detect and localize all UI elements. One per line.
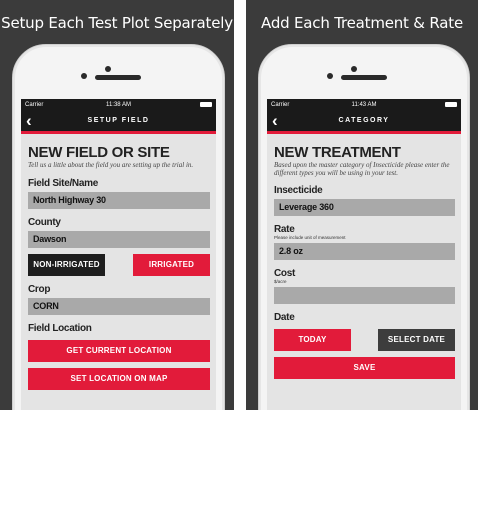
- field-site-input[interactable]: North Highway 30: [28, 191, 210, 209]
- crop-label: Crop: [28, 283, 51, 295]
- page-subtitle: Tell us a little about the field you are…: [28, 161, 194, 169]
- phone-screen: Carrier 11:43 AM ‹ CATEGORY NEW TREATMEN…: [267, 99, 461, 410]
- status-bar: Carrier 11:43 AM: [267, 99, 461, 111]
- nav-title: CATEGORY: [338, 117, 390, 124]
- status-time: 11:43 AM: [351, 102, 377, 108]
- cost-input[interactable]: [274, 287, 455, 304]
- nav-title: SETUP FIELD: [87, 117, 150, 124]
- speaker-grille: [341, 75, 387, 80]
- battery-icon: [445, 102, 457, 107]
- page-title: NEW FIELD OR SITE: [28, 144, 170, 161]
- phone-screen: Carrier 11:38 AM ‹ SETUP FIELD NEW FIELD…: [21, 99, 216, 410]
- speaker-grille: [95, 75, 141, 80]
- rate-hint: Please include unit of measurement: [274, 235, 346, 240]
- insecticide-input[interactable]: Leverage 360: [274, 199, 455, 216]
- form-content: NEW FIELD OR SITE Tell us a little about…: [21, 134, 216, 390]
- county-label: County: [28, 216, 61, 228]
- insecticide-label: Insecticide: [274, 185, 323, 196]
- irrigated-button[interactable]: IRRIGATED: [133, 253, 210, 276]
- save-button[interactable]: SAVE: [274, 357, 455, 379]
- crop-input[interactable]: CORN: [28, 297, 210, 315]
- phone-frame: Carrier 11:43 AM ‹ CATEGORY NEW TREATMEN…: [258, 44, 470, 410]
- rate-input[interactable]: 2.8 oz: [274, 243, 455, 260]
- page-title: NEW TREATMENT: [274, 144, 401, 161]
- status-bar: Carrier 11:38 AM: [21, 99, 216, 111]
- right-promo-panel: Add Each Treatment & Rate Carrier 11:43 …: [246, 0, 478, 410]
- left-promo-panel: Setup Each Test Plot Separately Carrier …: [0, 0, 234, 410]
- page-subtitle: Based upon the master category of Insect…: [274, 161, 450, 177]
- camera-icon: [351, 66, 357, 72]
- get-current-location-button[interactable]: GET CURRENT LOCATION: [28, 339, 210, 362]
- phone-frame: Carrier 11:38 AM ‹ SETUP FIELD NEW FIELD…: [12, 44, 225, 410]
- irrigation-toggle-row: NON-IRRIGATED IRRIGATED: [28, 253, 210, 276]
- rate-label: Rate: [274, 224, 295, 235]
- left-caption: Setup Each Test Plot Separately: [1, 14, 233, 32]
- proximity-sensor: [327, 73, 333, 79]
- set-location-on-map-button[interactable]: SET LOCATION ON MAP: [28, 367, 210, 390]
- field-location-label: Field Location: [28, 322, 92, 334]
- camera-icon: [105, 66, 111, 72]
- battery-icon: [200, 102, 212, 107]
- cost-hint: $/acre: [274, 279, 287, 284]
- cost-label: Cost: [274, 268, 296, 279]
- proximity-sensor: [81, 73, 87, 79]
- right-caption: Add Each Treatment & Rate: [261, 14, 463, 32]
- nav-bar: ‹ CATEGORY: [267, 111, 461, 134]
- date-button-row: TODAY SELECT DATE: [274, 329, 455, 351]
- form-content: NEW TREATMENT Based upon the master cate…: [267, 134, 461, 379]
- field-site-label: Field Site/Name: [28, 177, 98, 189]
- select-date-button[interactable]: SELECT DATE: [378, 329, 455, 351]
- status-time: 11:38 AM: [106, 102, 131, 108]
- county-input[interactable]: Dawson: [28, 230, 210, 248]
- date-label: Date: [274, 312, 295, 323]
- nav-bar: ‹ SETUP FIELD: [21, 111, 216, 134]
- today-button[interactable]: TODAY: [274, 329, 351, 351]
- non-irrigated-button[interactable]: NON-IRRIGATED: [28, 253, 105, 276]
